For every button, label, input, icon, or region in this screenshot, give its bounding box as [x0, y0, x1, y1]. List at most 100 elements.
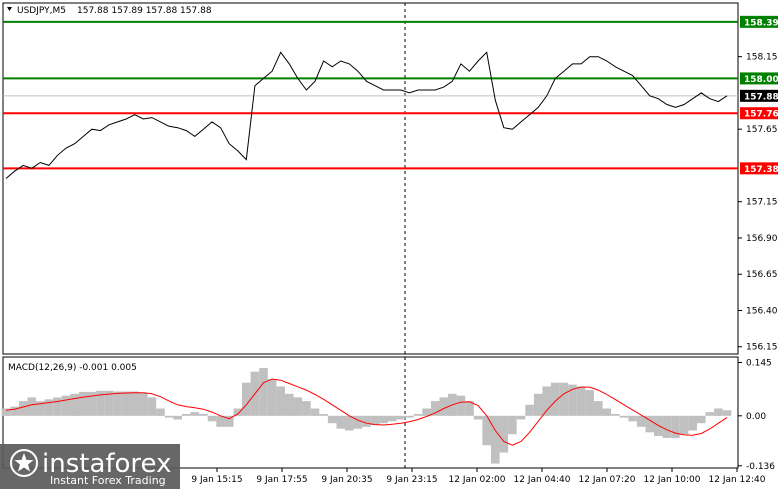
macd-bar	[362, 415, 371, 427]
macd-bar	[430, 401, 440, 416]
macd-bar	[293, 397, 303, 416]
macd-bar	[147, 397, 157, 416]
price-tick-label: 157.15	[746, 198, 778, 208]
macd-bar	[267, 379, 277, 416]
macd-bar	[516, 415, 526, 420]
macd-bar	[336, 415, 346, 429]
price-tick-label: 158.15	[746, 53, 778, 63]
time-tick-label: 9 Jan 17:55	[256, 475, 307, 485]
price-tick-label: 156.15	[746, 343, 778, 353]
time-tick-label: 9 Jan 15:15	[191, 475, 242, 485]
level-badge-label: 157.76	[744, 110, 779, 120]
macd-bar	[456, 395, 466, 416]
macd-bar	[156, 408, 165, 416]
instaforex-logo: instaforex Instant Forex Trading	[0, 444, 180, 489]
macd-bar	[551, 382, 560, 416]
level-badge-label: 158.39	[744, 18, 779, 28]
macd-bar	[199, 414, 208, 416]
macd-bar	[259, 368, 268, 416]
macd-bar	[439, 397, 449, 416]
time-tick-label: 12 Jan 02:00	[449, 475, 506, 485]
level-badge-label: 157.38	[744, 165, 779, 175]
time-axis: 9 Jan 15:15 9 Jan 17:55 9 Jan 20:35 9 Jan 2…	[191, 468, 766, 485]
time-tick-label: 9 Jan 20:35	[321, 475, 372, 485]
macd-bar	[353, 415, 363, 429]
time-tick-label: 12 Jan 10:00	[644, 475, 701, 485]
macd-title: MACD(12,26,9) -0.001 0.005	[8, 363, 137, 373]
price-tick-label: 156.65	[746, 270, 778, 280]
macd-bar	[173, 415, 182, 420]
macd-bar	[628, 415, 637, 422]
macd-bar	[61, 395, 71, 416]
macd-bar	[379, 415, 388, 424]
level-badge-label: 158.00	[744, 75, 779, 85]
macd-bar	[611, 414, 620, 416]
macd-bar	[319, 414, 328, 416]
macd-bar	[345, 415, 354, 431]
macd-bar	[130, 391, 140, 416]
macd-bar	[705, 412, 715, 416]
macd-bar	[499, 415, 509, 453]
macd-bar	[671, 415, 680, 438]
logo-tagline-text: Instant Forex Trading	[50, 474, 166, 487]
macd-bar	[242, 382, 251, 416]
macd-bar	[190, 412, 200, 416]
macd-bar	[207, 415, 217, 422]
price-tick-label: 156.40	[746, 306, 778, 316]
macd-bar	[619, 415, 629, 418]
macd-bar	[714, 408, 723, 416]
macd-axis: 0.145 0.00 -0.136	[738, 359, 775, 472]
time-tick-label: 12 Jan 04:40	[514, 475, 571, 485]
macd-bar	[602, 408, 612, 416]
chart-canvas: 158.39 158.00 157.76 157.38 157.88 158.15 157…	[0, 2, 779, 489]
macd-bar	[182, 414, 191, 416]
macd-bar	[473, 415, 483, 420]
macd-bar	[233, 408, 243, 416]
macd-bar	[113, 391, 122, 416]
macd-bar	[405, 415, 414, 418]
macd-bar	[688, 415, 697, 431]
macd-bar	[388, 415, 397, 422]
macd-tick-label: 0.00	[746, 412, 766, 422]
macd-bar	[697, 415, 706, 424]
macd-bar	[533, 393, 543, 416]
macd-bar	[285, 393, 294, 416]
macd-bar	[216, 415, 225, 427]
macd-bar	[121, 391, 131, 416]
macd-tick-label: -0.136	[746, 462, 775, 472]
macd-tick-label: 0.145	[746, 359, 772, 369]
macd-bar	[302, 401, 311, 416]
price-tick-label: 157.65	[746, 125, 778, 135]
macd-bar	[413, 414, 423, 416]
macd-bar	[491, 415, 500, 464]
macd-bar	[139, 393, 148, 416]
current-price-label: 157.88	[744, 92, 779, 102]
macd-bar	[576, 386, 586, 416]
macd-bar	[542, 386, 552, 416]
macd-bar	[559, 382, 569, 416]
macd-bar	[53, 397, 62, 416]
symbol-label: USDJPY,M5	[17, 6, 66, 16]
macd-bar	[508, 415, 517, 435]
time-tick-label: 12 Jan 07:20	[579, 475, 636, 485]
price-pane	[2, 2, 739, 355]
macd-bar	[79, 391, 88, 416]
macd-bar	[70, 393, 79, 416]
macd-bar	[722, 410, 732, 416]
macd-bar	[276, 386, 285, 416]
macd-bar	[27, 397, 37, 416]
macd-bar	[662, 415, 672, 438]
macd-bar	[396, 415, 406, 420]
macd-bar	[18, 401, 28, 416]
macd-bar	[585, 390, 594, 416]
price-tick-label: 156.90	[746, 234, 778, 244]
macd-bar	[594, 401, 603, 416]
macd-bar	[310, 408, 320, 416]
macd-bar	[525, 404, 534, 416]
time-tick-label: 12 Jan 12:40	[709, 475, 766, 485]
time-tick-label: 9 Jan 23:15	[386, 475, 437, 485]
macd-bar	[327, 415, 337, 424]
ohlc-label: 157.88 157.89 157.88 157.88	[77, 6, 212, 16]
macd-bar	[164, 415, 174, 418]
macd-bar	[679, 415, 689, 435]
